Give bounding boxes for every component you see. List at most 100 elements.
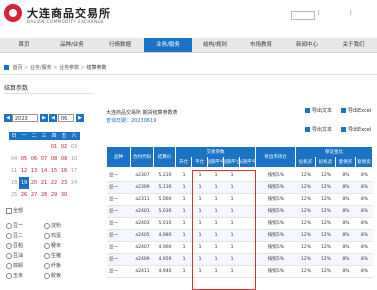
- variety-radio[interactable]: [6, 253, 12, 259]
- calendar-day[interactable]: 06: [29, 153, 39, 165]
- table-cell: 8%: [360, 173, 369, 178]
- calendar-day[interactable]: 24: [69, 177, 79, 189]
- nav-item-education[interactable]: 市场教育: [238, 38, 284, 52]
- next-month-button[interactable]: ▶: [76, 114, 84, 122]
- table-cell: 12%: [300, 233, 311, 238]
- table-cell: 按照5%: [267, 245, 285, 250]
- month-select[interactable]: 06: [58, 114, 74, 122]
- table-cell: 豆一: [109, 257, 118, 262]
- select-all-checkbox[interactable]: [6, 208, 12, 214]
- variety-radio[interactable]: [44, 223, 50, 229]
- calendar-day[interactable]: 12: [19, 165, 29, 177]
- variety-label: 胶板: [51, 273, 62, 279]
- table-cell: 1: [182, 257, 186, 262]
- variety-radio[interactable]: [44, 253, 50, 259]
- table-cell: 12%: [320, 173, 331, 178]
- table-header-cell: 单边市持仓: [256, 147, 296, 167]
- calendar-day[interactable]: 14: [39, 165, 49, 177]
- calendar-day[interactable]: 27: [29, 189, 39, 201]
- variety-radio[interactable]: [6, 273, 12, 279]
- calendar-day[interactable]: 09: [59, 153, 69, 165]
- table-cell: 12%: [300, 257, 311, 262]
- calendar-day[interactable]: 08: [49, 153, 59, 165]
- nav-item-news[interactable]: 新闻中心: [284, 38, 330, 52]
- table-cell: 豆一: [109, 197, 118, 202]
- table-header-cell: 结算价: [154, 147, 176, 167]
- calendar-day[interactable]: 28: [39, 189, 49, 201]
- calendar-day[interactable]: 23: [59, 177, 69, 189]
- home-icon: [4, 65, 9, 70]
- calendar-day[interactable]: 01: [49, 141, 59, 153]
- variety-label: 豆二: [13, 233, 24, 239]
- weekday-label: 四: [51, 133, 57, 139]
- variety-radio[interactable]: [6, 233, 12, 239]
- calendar-day[interactable]: 11: [9, 165, 19, 177]
- table-cell: 1: [182, 197, 186, 202]
- variety-radio[interactable]: [44, 263, 50, 269]
- table-cell: a2405: [135, 233, 150, 238]
- variety-radio[interactable]: [44, 273, 50, 279]
- table-cell: 8%: [360, 233, 369, 238]
- breadcrumb-params[interactable]: 业务参数: [59, 65, 79, 71]
- calendar-day[interactable]: 20: [29, 177, 39, 189]
- calendar-day[interactable]: 04: [9, 153, 19, 165]
- calendar-day[interactable]: 30: [59, 189, 69, 201]
- calendar-day[interactable]: 22: [49, 177, 59, 189]
- variety-radio[interactable]: [6, 243, 12, 249]
- calendar-day[interactable]: 15: [49, 165, 59, 177]
- table-header-group: 交易参数: [176, 147, 256, 157]
- table-cell: 按照5%: [267, 209, 285, 214]
- table-cell: 8%: [360, 221, 369, 226]
- nav-item-rules[interactable]: 结构/规则: [192, 38, 238, 52]
- year-select[interactable]: 2023: [12, 114, 38, 122]
- calendar-day[interactable]: 13: [29, 165, 39, 177]
- calendar-day[interactable]: 16: [59, 165, 69, 177]
- prev-month-button[interactable]: ◀: [49, 114, 57, 122]
- calendar-day[interactable]: 05: [19, 153, 29, 165]
- calendar-day[interactable]: 18: [9, 177, 19, 189]
- nav-item-home[interactable]: 首页: [0, 38, 48, 52]
- variety-radio[interactable]: [6, 223, 12, 229]
- table-cell: 豆一: [109, 233, 118, 238]
- breadcrumb-services[interactable]: 业务/服务: [30, 65, 52, 71]
- document-icon: [341, 108, 346, 113]
- table-cell: 1: [182, 233, 186, 238]
- export-text-link[interactable]: 导出文本: [305, 126, 332, 133]
- table-cell: 1: [182, 245, 186, 250]
- variety-radio[interactable]: [44, 243, 50, 249]
- export-excel-label: 导出Excel: [348, 127, 372, 133]
- calendar-day[interactable]: 02: [59, 141, 69, 153]
- nav-item-products[interactable]: 品种/业务: [48, 38, 96, 52]
- calendar-day[interactable]: 03: [69, 141, 79, 153]
- nav-item-services[interactable]: 业务/服务: [144, 38, 192, 52]
- table-cell: a2411: [135, 269, 150, 274]
- next-year-button[interactable]: ▶: [40, 114, 48, 122]
- table-cell: 12%: [300, 185, 311, 190]
- table-cell: 1: [182, 185, 186, 190]
- table-cell: 8%: [342, 185, 350, 190]
- calendar-day[interactable]: 26: [19, 189, 29, 201]
- search-input[interactable]: [291, 11, 315, 20]
- calendar-day[interactable]: 25: [9, 189, 19, 201]
- table-cell: 1: [182, 269, 186, 274]
- export-text-link[interactable]: 导出文本: [305, 107, 332, 114]
- variety-label: 淀粉: [51, 223, 62, 229]
- prev-year-button[interactable]: ◀: [4, 114, 12, 122]
- export-excel-link[interactable]: 导出Excel: [341, 107, 371, 114]
- calendar-day[interactable]: 21: [39, 177, 49, 189]
- calendar-day[interactable]: 29: [49, 189, 59, 201]
- variety-label: 粳米: [51, 243, 62, 249]
- calendar-day[interactable]: 17: [69, 165, 79, 177]
- breadcrumb-home[interactable]: 首页: [13, 65, 23, 71]
- nav-item-about[interactable]: 关于我们: [330, 38, 377, 52]
- calendar-day[interactable]: 07: [39, 153, 49, 165]
- export-excel-link[interactable]: 导出Excel: [341, 126, 371, 133]
- table-cell: 8%: [342, 197, 350, 202]
- nav-item-market-data[interactable]: 行情数据: [96, 38, 144, 52]
- variety-label: 豆一: [13, 223, 24, 229]
- variety-radio[interactable]: [44, 233, 50, 239]
- divider: [4, 93, 94, 94]
- calendar-day[interactable]: 10: [69, 153, 79, 165]
- calendar-day[interactable]: 19: [19, 177, 29, 189]
- variety-radio[interactable]: [6, 263, 12, 269]
